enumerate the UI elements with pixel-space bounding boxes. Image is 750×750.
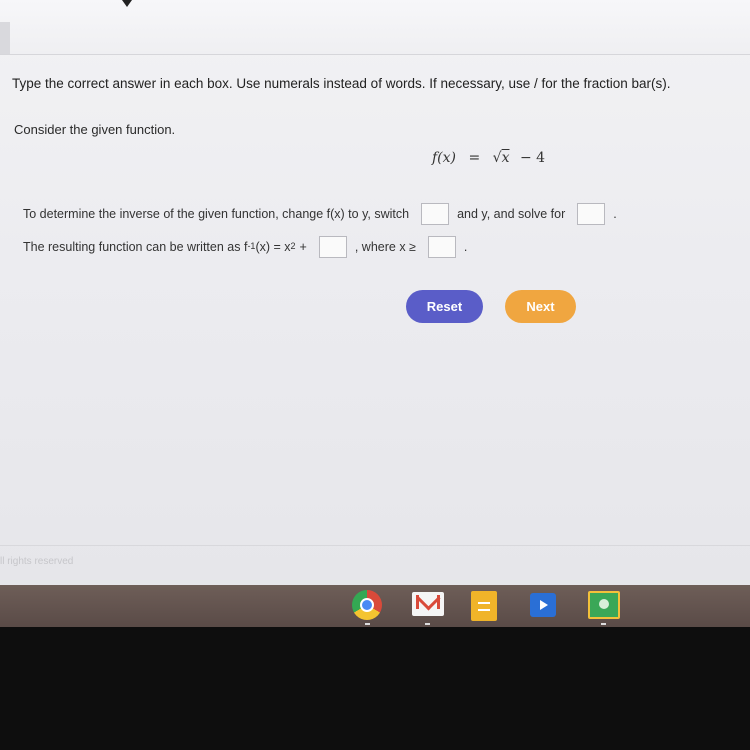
browser-viewport: Type the correct answer in each box. Use…: [0, 0, 750, 585]
gmail-icon[interactable]: [412, 592, 444, 616]
screen-bezel: [0, 627, 750, 750]
line2-text-a: The resulting function can be written as…: [23, 240, 248, 254]
function-lhs: f(x): [432, 150, 457, 166]
mouse-cursor-icon: [122, 0, 132, 7]
gmail-running-indicator: [425, 623, 430, 625]
radicand: x: [501, 150, 510, 166]
line2-text-b: (x) = x: [255, 240, 291, 254]
docs-icon[interactable]: [471, 591, 497, 621]
equals-sign: =: [468, 150, 481, 166]
plus-sign: +: [299, 240, 307, 254]
top-strip: [0, 0, 750, 55]
answer-box-domain[interactable]: [427, 236, 456, 258]
classroom-icon[interactable]: [588, 591, 620, 619]
question-line-2: The resulting function can be written as…: [23, 236, 467, 258]
question-line-1: To determine the inverse of the given fu…: [23, 203, 617, 225]
line2-text-c: , where x ≥: [354, 240, 416, 254]
instructions: Type the correct answer in each box. Use…: [12, 76, 671, 91]
next-button[interactable]: Next: [505, 290, 576, 323]
answer-box-switch[interactable]: [421, 203, 450, 225]
left-tab-edge: [0, 22, 10, 54]
line1-text-c: .: [613, 207, 617, 221]
inverse-superscript: -1: [247, 241, 256, 251]
answer-box-solve-for[interactable]: [577, 203, 606, 225]
line2-text-d: .: [463, 240, 468, 254]
line1-text-a: To determine the inverse of the given fu…: [23, 207, 410, 221]
answer-box-constant[interactable]: [318, 236, 347, 258]
chrome-icon[interactable]: [352, 590, 382, 620]
line1-text-b: and y, and solve for: [457, 207, 566, 221]
consider-text: Consider the given function.: [14, 122, 176, 137]
function-constant: − 4: [519, 150, 546, 166]
given-function: f(x) = √x − 4: [432, 150, 545, 166]
chrome-running-indicator: [365, 623, 370, 625]
square-superscript: 2: [290, 241, 296, 251]
play-icon[interactable]: [530, 593, 556, 617]
footer-divider: [0, 545, 750, 546]
classroom-running-indicator: [601, 623, 606, 625]
reset-button[interactable]: Reset: [406, 290, 483, 323]
sqrt-icon: √: [492, 150, 502, 166]
footer-copyright: ll rights reserved: [0, 556, 74, 567]
